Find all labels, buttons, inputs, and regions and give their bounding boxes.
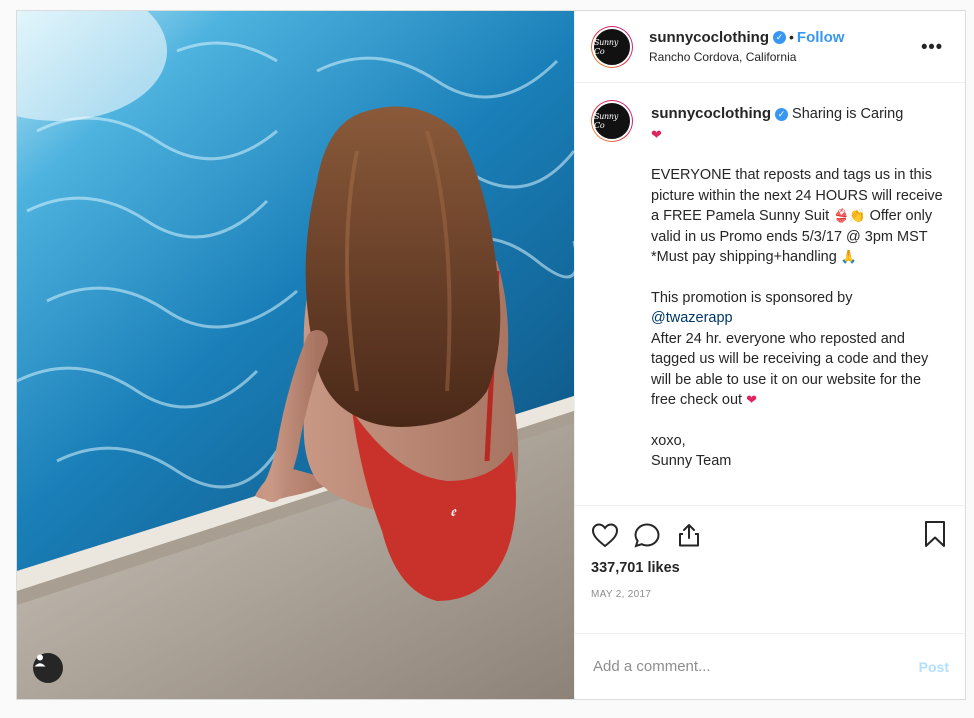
caption-para2-rest: After 24 hr. everyone who reposted and t… — [651, 330, 929, 409]
heart-emoji-icon: ❤ — [746, 392, 758, 407]
heart-emoji-icon: ❤ — [651, 126, 662, 142]
comment-input[interactable] — [591, 657, 919, 676]
username-link[interactable]: sunnycoclothing — [649, 29, 769, 46]
post-header: Sunny Co sunnycoclothing ✓ • Follow Rancho … — [575, 11, 965, 83]
user-tag-icon — [34, 654, 46, 667]
post-photo[interactable]: ꬲ — [17, 11, 574, 699]
post-comment-button[interactable]: Post — [919, 659, 949, 675]
mention-link[interactable]: @twazerapp — [651, 310, 733, 326]
heart-icon[interactable] — [591, 522, 619, 548]
action-bar: 337,701 likes MAY 2, 2017 — [575, 505, 965, 633]
follow-button[interactable]: Follow — [797, 29, 845, 46]
post-side-panel: Sunny Co sunnycoclothing ✓ • Follow Rancho … — [574, 11, 965, 699]
caption-username-link[interactable]: sunnycoclothing — [651, 105, 771, 122]
post-date[interactable]: MAY 2, 2017 — [591, 589, 949, 600]
bookmark-icon[interactable] — [923, 520, 947, 553]
pray-emoji-icon: 🙏 — [840, 249, 858, 264]
caption-area: Sunny Co sunnycoclothing ✓ Sharing is Car… — [575, 83, 965, 505]
comment-icon[interactable] — [633, 522, 661, 548]
photo-illustration: ꬲ — [17, 11, 574, 699]
bikini-clap-emoji-icon: 👙👏 — [833, 208, 866, 223]
separator-dot: • — [789, 28, 794, 45]
tagged-users-button[interactable] — [33, 653, 63, 683]
more-options-icon[interactable]: ••• — [921, 36, 943, 57]
signoff-line1: xoxo, — [651, 432, 686, 449]
avatar[interactable]: Sunny Co — [591, 25, 633, 68]
caption-text: sunnycoclothing ✓ Sharing is Caring ❤ EVE… — [651, 104, 949, 505]
avatar-logo: Sunny Co — [592, 26, 632, 67]
caption-first-line: Sharing is Caring — [792, 106, 904, 122]
comment-form: Post — [575, 633, 965, 699]
header-text: sunnycoclothing ✓ • Follow Rancho Cordova, … — [649, 28, 844, 66]
post-card: ꬲ Sunny Co sunnycoclothing ✓ • Follow Ranch… — [16, 10, 966, 700]
caption-avatar[interactable]: Sunny Co — [591, 100, 633, 142]
caption-para2-start: This promotion is sponsored by — [651, 289, 853, 306]
signoff-line2: Sunny Team — [651, 453, 732, 469]
share-icon[interactable] — [675, 522, 703, 548]
verified-badge-icon: ✓ — [775, 107, 788, 121]
verified-badge-icon: ✓ — [773, 30, 786, 44]
likes-count[interactable]: 337,701 likes — [591, 560, 949, 576]
caption-avatar-logo: Sunny Co — [592, 101, 632, 141]
location-link[interactable]: Rancho Cordova, California — [649, 48, 844, 66]
